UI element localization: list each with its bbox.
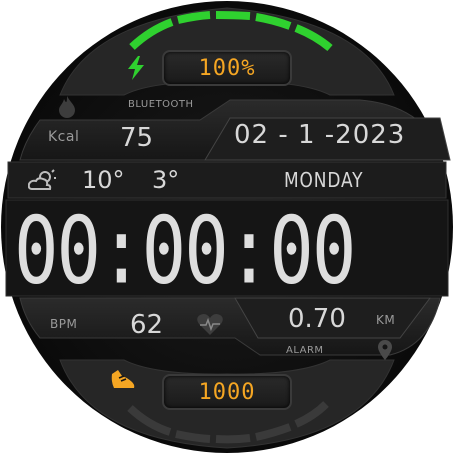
lightning-icon — [128, 56, 144, 80]
date-text: 02 - 1 -2023 — [234, 120, 406, 150]
steps-segment — [294, 401, 329, 428]
watch-face: 100% BLUETOOTH Kcal 75 02 - 1 -2023 10° … — [0, 0, 454, 454]
flame-icon — [59, 96, 75, 118]
shoe-icon — [111, 370, 135, 388]
weekday: MONDAY — [284, 168, 364, 192]
steps-pill: 1000 — [162, 374, 292, 410]
steps-segment — [127, 405, 172, 436]
distance-value: 0.70 — [288, 304, 346, 334]
partly-cloudy-icon — [28, 169, 56, 190]
battery-percent: 100% — [198, 56, 256, 81]
heart-pulse-icon — [197, 314, 223, 335]
time-display: 00:00:00 — [14, 197, 356, 305]
km-label: KM — [376, 313, 396, 327]
bpm-label: BPM — [50, 317, 78, 331]
location-pin-icon — [378, 340, 392, 360]
temp-low: 3° — [152, 166, 180, 194]
steps-segment — [255, 423, 292, 441]
bluetooth-label: BLUETOOTH — [128, 99, 194, 110]
battery-pill: 100% — [162, 50, 292, 86]
steps-segment — [215, 434, 251, 444]
bpm-value: 62 — [130, 310, 164, 340]
steps-value: 1000 — [198, 380, 256, 405]
temp-high: 10° — [82, 166, 125, 194]
alarm-label: ALARM — [286, 345, 324, 356]
kcal-label: Kcal — [48, 129, 80, 145]
kcal-value: 75 — [120, 123, 154, 153]
steps-segment — [175, 430, 211, 443]
